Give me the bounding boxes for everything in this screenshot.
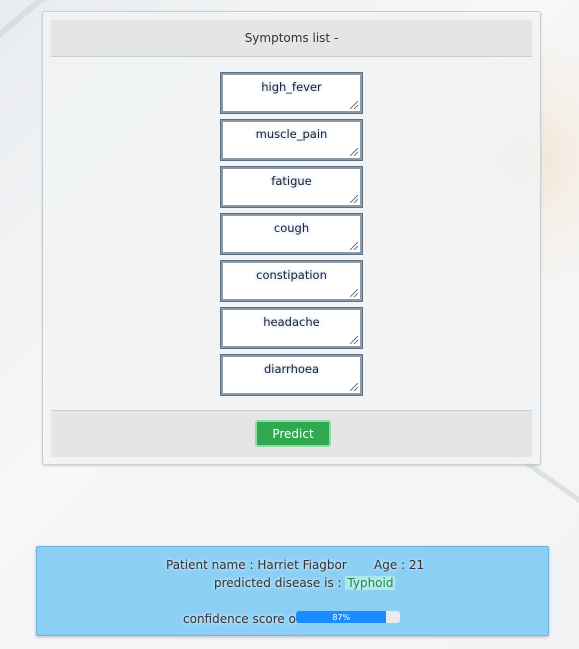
age-line: Age : 21	[374, 558, 424, 572]
resize-handle-icon[interactable]	[350, 195, 358, 203]
age-value: 21	[408, 558, 425, 572]
symptoms-footer: Predict	[51, 410, 532, 457]
patient-name: Harriet Fiagbor	[257, 558, 347, 572]
predicted-disease: Typhoid	[345, 576, 396, 590]
disease-label: predicted disease is :	[214, 576, 346, 590]
confidence-label: confidence score of :	[183, 612, 308, 626]
symptom-textarea[interactable]: constipation	[220, 260, 363, 302]
symptom-text: muscle_pain	[255, 127, 328, 141]
symptoms-header: Symptoms list -	[51, 20, 532, 57]
age-label: Age :	[374, 558, 409, 572]
resize-handle-icon[interactable]	[350, 148, 358, 156]
symptom-text: headache	[263, 315, 320, 329]
symptoms-card: Symptoms list - high_fever muscle_pain f…	[42, 11, 541, 465]
symptom-textarea[interactable]: diarrhoea	[220, 354, 363, 396]
symptom-textarea[interactable]: fatigue	[220, 166, 363, 208]
patient-name-label: Patient name :	[166, 558, 258, 572]
confidence-progress-fill: 87%	[296, 611, 387, 623]
symptom-textarea[interactable]: cough	[220, 213, 363, 255]
resize-handle-icon[interactable]	[350, 336, 358, 344]
symptom-text: constipation	[256, 268, 327, 282]
resize-handle-icon[interactable]	[350, 289, 358, 297]
patient-name-line: Patient name : Harriet Fiagbor	[166, 558, 347, 572]
symptom-text: high_fever	[261, 80, 322, 94]
confidence-progress-bar: 87%	[296, 611, 400, 623]
symptom-textarea[interactable]: high_fever	[220, 72, 363, 114]
symptom-text: fatigue	[271, 174, 312, 188]
resize-handle-icon[interactable]	[350, 383, 358, 391]
symptom-text: cough	[273, 221, 310, 235]
predict-button[interactable]: Predict	[255, 420, 331, 447]
prediction-result-panel: Patient name : Harriet Fiagbor Age : 21 …	[36, 546, 549, 636]
resize-handle-icon[interactable]	[350, 242, 358, 250]
symptom-text: diarrhoea	[263, 362, 320, 376]
symptom-list: high_fever muscle_pain fatigue cough con…	[220, 72, 363, 402]
symptom-textarea[interactable]: muscle_pain	[220, 119, 363, 161]
resize-handle-icon[interactable]	[350, 101, 358, 109]
symptom-textarea[interactable]: headache	[220, 307, 363, 349]
disease-line: predicted disease is : Typhoid	[214, 576, 396, 590]
